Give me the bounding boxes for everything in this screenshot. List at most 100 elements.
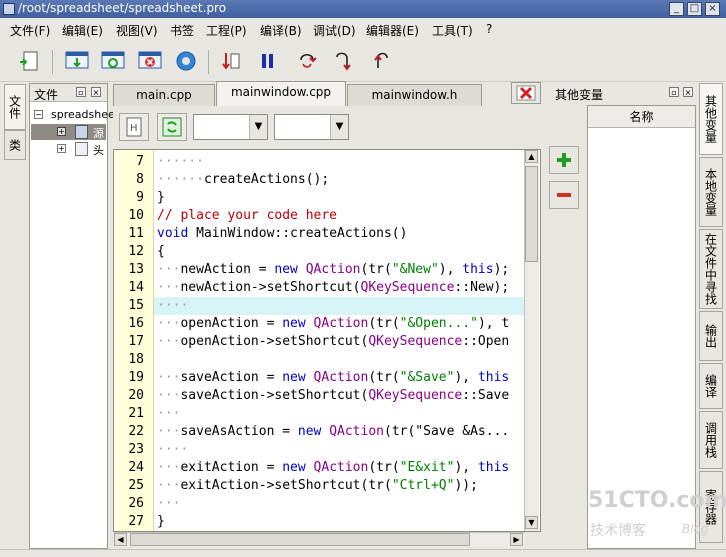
code-line[interactable]: ···openAction->setShortcut(QKeySequence:…: [157, 333, 523, 351]
right-tab-local-vars[interactable]: 本地变量: [699, 157, 723, 227]
line-number: 25: [128, 478, 144, 493]
code-line[interactable]: ···newAction->setShortcut(QKeySequence::…: [157, 279, 523, 297]
menu-edit[interactable]: 编辑(E): [62, 22, 103, 39]
right-tab-call-stack[interactable]: 调用栈: [699, 411, 723, 469]
code-line[interactable]: [157, 351, 523, 369]
code-line[interactable]: ···saveAction = new QAction(tr("&Save"),…: [157, 369, 523, 387]
horizontal-scrollbar[interactable]: ◀ ▶: [114, 532, 525, 547]
code-line[interactable]: ······: [157, 153, 523, 171]
code-line[interactable]: {: [157, 243, 523, 261]
header-file-icon: H: [126, 117, 142, 137]
gear-icon: [176, 51, 196, 71]
line-number: 22: [128, 424, 144, 439]
line-number: 23: [128, 442, 144, 457]
line-number: 15: [128, 298, 144, 313]
minimize-button[interactable]: _: [669, 2, 684, 16]
menu-debug[interactable]: 调试(D): [313, 22, 356, 39]
close-window-button[interactable]: ×: [705, 2, 720, 16]
code-line[interactable]: ···exitAction->setShortcut(tr("Ctrl+Q"))…: [157, 477, 523, 495]
reload-button[interactable]: [157, 113, 187, 141]
new-file-button[interactable]: [16, 48, 42, 74]
left-tab-files[interactable]: 文件: [4, 84, 26, 130]
step-over-button[interactable]: [294, 48, 320, 74]
horizontal-scroll-thumb[interactable]: [130, 533, 470, 546]
settings-button[interactable]: [173, 48, 199, 74]
scroll-down-icon[interactable]: ▼: [525, 516, 538, 529]
line-number: 27: [128, 514, 144, 529]
code-line[interactable]: }: [157, 513, 523, 531]
right-tab-build[interactable]: 编译: [699, 363, 723, 409]
code-line[interactable]: ···newAction = new QAction(tr("&New"), t…: [157, 261, 523, 279]
open-window-button[interactable]: [64, 48, 90, 74]
code-line[interactable]: ···saveAsAction = new QAction(tr("Save &…: [157, 423, 523, 441]
close-tab-button[interactable]: [511, 82, 541, 104]
code-line[interactable]: ···openAction = new QAction(tr("&Open...…: [157, 315, 523, 333]
code-line[interactable]: ···: [157, 405, 523, 423]
tab-main-cpp[interactable]: main.cpp: [113, 84, 215, 106]
pause-button[interactable]: [255, 48, 281, 74]
tree-item-sources[interactable]: + 源: [31, 124, 106, 140]
line-number: 18: [128, 352, 144, 367]
menu-project[interactable]: 工程(P): [206, 22, 247, 39]
code-line[interactable]: ···saveAction->setShortcut(QKeySequence:…: [157, 387, 523, 405]
run-button[interactable]: [218, 48, 244, 74]
panel-close-icon[interactable]: ×: [683, 87, 693, 97]
code-line[interactable]: ···exitAction = new QAction(tr("E&xit"),…: [157, 459, 523, 477]
menu-editor[interactable]: 编辑器(E): [366, 22, 419, 39]
step-out-icon: [374, 52, 388, 68]
scroll-left-icon[interactable]: ◀: [114, 533, 127, 546]
scroll-up-icon[interactable]: ▲: [525, 150, 538, 163]
scope-combobox[interactable]: ▼: [193, 114, 268, 140]
code-line[interactable]: ······createActions();: [157, 171, 523, 189]
code-line[interactable]: }: [157, 189, 523, 207]
scroll-right-icon[interactable]: ▶: [510, 533, 523, 546]
tree-item-project[interactable]: − spreadsheet: [33, 108, 119, 122]
left-tab-files-label: 文件: [7, 95, 22, 119]
vertical-scrollbar[interactable]: ▲ ▼: [524, 150, 539, 531]
code-line[interactable]: ···: [157, 495, 523, 513]
line-number: 24: [128, 460, 144, 475]
code-line[interactable]: // place your code here: [157, 207, 523, 225]
maximize-button[interactable]: □: [687, 2, 702, 16]
menu-bookmarks[interactable]: 书签: [170, 22, 194, 39]
switch-header-button[interactable]: H: [119, 113, 149, 141]
expand-icon[interactable]: +: [57, 144, 66, 153]
close-window-tool-button[interactable]: [137, 48, 163, 74]
function-combobox[interactable]: ▼: [274, 114, 349, 140]
menu-help[interactable]: ?: [486, 22, 492, 36]
left-tab-classes[interactable]: 类: [4, 130, 26, 160]
right-tab-other-vars[interactable]: 其他变量: [699, 83, 723, 155]
code-line[interactable]: void MainWindow::createActions(): [157, 225, 523, 243]
right-tab-output[interactable]: 输出: [699, 311, 723, 361]
menu-build[interactable]: 编译(B): [260, 22, 302, 39]
window-close-icon: [138, 51, 162, 69]
tab-mainwindow-h[interactable]: mainwindow.h: [347, 84, 482, 106]
menu-file[interactable]: 文件(F): [10, 22, 50, 39]
variables-list[interactable]: 名称: [587, 105, 696, 549]
variables-panel: 其他变量 ▫ × 名称: [549, 83, 697, 549]
panel-float-icon[interactable]: ▫: [669, 87, 679, 97]
tree-item-headers[interactable]: + 头: [31, 141, 106, 157]
menu-tools[interactable]: 工具(T): [432, 22, 473, 39]
code-line[interactable]: ····: [154, 297, 524, 315]
line-number: 7: [136, 154, 144, 169]
variables-panel-header: 其他变量 ▫ ×: [549, 83, 697, 103]
file-panel-close-icon[interactable]: ×: [91, 87, 101, 97]
watermark-sub: 技术博客: [590, 523, 646, 539]
expand-icon[interactable]: +: [57, 127, 66, 136]
code-editor[interactable]: 7 8 9 10 11 12 13 14 15 16 17 18 19 20 21 22 23 24 25 26 27 …: [113, 149, 541, 532]
column-header-name[interactable]: 名称: [588, 106, 695, 128]
chevron-down-icon: ▼: [249, 115, 267, 139]
code-line[interactable]: ····: [157, 441, 523, 459]
status-bar: [0, 549, 726, 557]
step-out-button[interactable]: [367, 48, 393, 74]
vertical-scroll-thumb[interactable]: [525, 166, 538, 262]
tab-mainwindow-cpp[interactable]: mainwindow.cpp: [216, 81, 346, 106]
collapse-icon[interactable]: −: [34, 110, 43, 119]
right-tab-find-in-files[interactable]: 在文件中寻找: [699, 229, 723, 309]
refresh-window-button[interactable]: [100, 48, 126, 74]
tree-item-sources-label: 源: [93, 127, 104, 140]
menu-view[interactable]: 视图(V): [116, 22, 158, 39]
file-panel-float-icon[interactable]: ▫: [76, 87, 86, 97]
step-into-button[interactable]: [330, 48, 356, 74]
